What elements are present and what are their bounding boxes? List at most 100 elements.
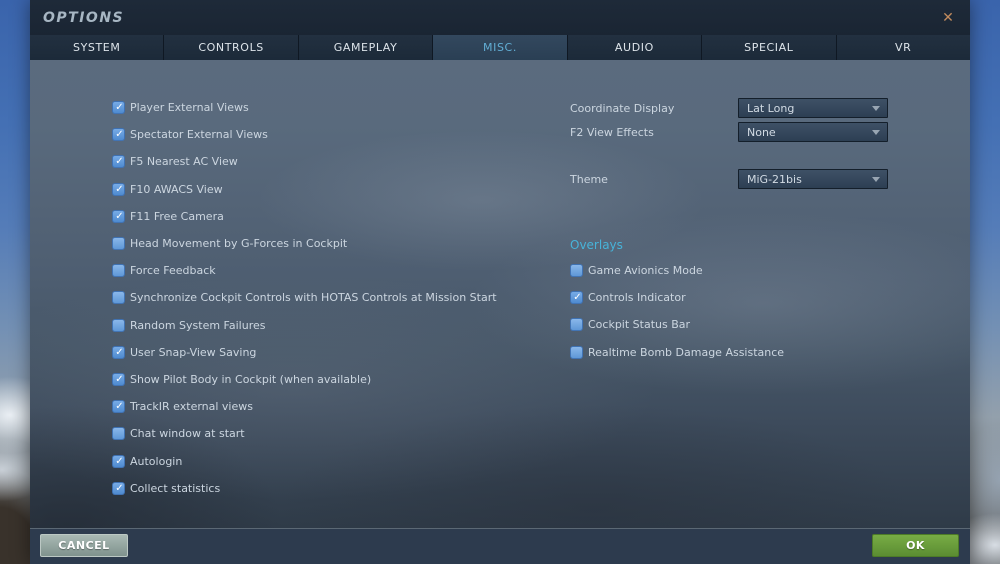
tab-controls[interactable]: CONTROLS bbox=[164, 35, 298, 60]
checkbox[interactable]: ✓ bbox=[112, 182, 125, 196]
checkbox[interactable]: ✓ bbox=[570, 291, 583, 305]
setting-row-coordinate-display: Coordinate Display bbox=[570, 98, 674, 118]
option-label: F11 Free Camera bbox=[130, 209, 224, 223]
overlays-heading: Overlays bbox=[570, 238, 623, 252]
option-label: F5 Nearest AC View bbox=[130, 155, 238, 169]
tab-label: MISC. bbox=[483, 41, 517, 54]
check-icon: ✓ bbox=[115, 156, 124, 168]
f2-view-effects-dropdown[interactable]: None bbox=[738, 122, 888, 142]
options-window: OPTIONS ✕ SYSTEM CONTROLS GAMEPLAY MISC.… bbox=[30, 0, 970, 564]
option-row: ✓ Random System Failures bbox=[112, 312, 497, 339]
option-row: ✓ Controls Indicator bbox=[570, 284, 784, 311]
chevron-down-icon bbox=[872, 130, 880, 135]
option-label: Force Feedback bbox=[130, 264, 216, 278]
option-row: ✓ Game Avionics Mode bbox=[570, 257, 784, 284]
check-icon: ✓ bbox=[115, 129, 124, 141]
setting-row-theme: Theme bbox=[570, 169, 608, 189]
checkbox[interactable]: ✓ bbox=[112, 264, 125, 278]
options-tab-bar: SYSTEM CONTROLS GAMEPLAY MISC. AUDIO SPE… bbox=[30, 35, 970, 60]
ok-button[interactable]: OK bbox=[872, 534, 959, 557]
option-label: Chat window at start bbox=[130, 427, 245, 441]
checkbox[interactable]: ✓ bbox=[112, 481, 125, 495]
option-row: ✓ F5 Nearest AC View bbox=[112, 148, 497, 175]
tab-label: SYSTEM bbox=[72, 41, 121, 54]
checkbox[interactable]: ✓ bbox=[112, 101, 125, 115]
option-label: Realtime Bomb Damage Assistance bbox=[588, 345, 785, 359]
tab-misc[interactable]: MISC. bbox=[433, 35, 567, 60]
check-icon: ✓ bbox=[115, 401, 124, 413]
option-row: ✓ Cockpit Status Bar bbox=[570, 311, 784, 338]
checkbox[interactable]: ✓ bbox=[112, 209, 125, 223]
tab-gameplay[interactable]: GAMEPLAY bbox=[298, 35, 433, 60]
option-row: ✓ F10 AWACS View bbox=[112, 176, 497, 203]
checkbox[interactable]: ✓ bbox=[112, 454, 125, 468]
option-row: ✓ Show Pilot Body in Cockpit (when avail… bbox=[112, 366, 497, 393]
option-row: ✓ F11 Free Camera bbox=[112, 203, 497, 230]
tab-vr[interactable]: VR bbox=[836, 35, 970, 60]
page-title: OPTIONS bbox=[43, 9, 125, 26]
tab-audio[interactable]: AUDIO bbox=[567, 35, 702, 60]
check-icon: ✓ bbox=[115, 373, 124, 385]
check-icon: ✓ bbox=[115, 482, 124, 494]
checkbox[interactable]: ✓ bbox=[112, 155, 125, 169]
option-label: Player External Views bbox=[130, 101, 249, 115]
checkbox[interactable]: ✓ bbox=[112, 318, 125, 332]
tab-label: AUDIO bbox=[614, 41, 654, 54]
option-row: ✓ Realtime Bomb Damage Assistance bbox=[570, 339, 784, 366]
view-options-list: ✓ Player External Views ✓ Spectator Exte… bbox=[112, 94, 497, 502]
option-row: ✓ Synchronize Cockpit Controls with HOTA… bbox=[112, 284, 497, 311]
theme-dropdown[interactable]: MiG-21bis bbox=[738, 169, 888, 189]
option-label: Game Avionics Mode bbox=[588, 264, 703, 278]
setting-row-f2-view-effects: F2 View Effects bbox=[570, 122, 654, 142]
chevron-down-icon bbox=[872, 106, 880, 111]
option-row: ✓ Head Movement by G-Forces in Cockpit bbox=[112, 230, 497, 257]
checkbox[interactable]: ✓ bbox=[112, 345, 125, 359]
option-row: ✓ User Snap-View Saving bbox=[112, 339, 497, 366]
setting-label: Theme bbox=[570, 172, 608, 186]
cancel-button[interactable]: CANCEL bbox=[40, 534, 128, 557]
option-label: Collect statistics bbox=[130, 481, 221, 495]
checkbox[interactable]: ✓ bbox=[570, 264, 583, 278]
checkbox[interactable]: ✓ bbox=[570, 318, 583, 332]
tab-label: CONTROLS bbox=[198, 41, 264, 54]
option-label: Spectator External Views bbox=[130, 128, 268, 142]
checkbox[interactable]: ✓ bbox=[570, 345, 583, 359]
checkbox[interactable]: ✓ bbox=[112, 400, 125, 414]
check-icon: ✓ bbox=[115, 183, 124, 195]
option-label: Controls Indicator bbox=[588, 291, 686, 305]
coordinate-display-dropdown[interactable]: Lat Long bbox=[738, 98, 888, 118]
option-label: F10 AWACS View bbox=[130, 182, 223, 196]
option-row: ✓ TrackIR external views bbox=[112, 393, 497, 420]
option-label: Cockpit Status Bar bbox=[588, 318, 691, 332]
option-row: ✓ Chat window at start bbox=[112, 420, 497, 447]
dropdown-value: MiG-21bis bbox=[747, 172, 802, 186]
misc-options-panel: ✓ Player External Views ✓ Spectator Exte… bbox=[30, 60, 970, 528]
option-label: Autologin bbox=[130, 454, 183, 468]
check-icon: ✓ bbox=[115, 455, 124, 467]
checkbox[interactable]: ✓ bbox=[112, 427, 125, 441]
checkbox[interactable]: ✓ bbox=[112, 237, 125, 251]
option-label: Synchronize Cockpit Controls with HOTAS … bbox=[130, 291, 497, 305]
close-icon[interactable]: ✕ bbox=[938, 8, 958, 28]
footer-bar: CANCEL OK bbox=[30, 528, 970, 564]
checkbox[interactable]: ✓ bbox=[112, 372, 125, 386]
title-bar: OPTIONS ✕ bbox=[30, 0, 970, 35]
check-icon: ✓ bbox=[115, 210, 124, 222]
setting-label: F2 View Effects bbox=[570, 125, 654, 139]
tab-label: VR bbox=[895, 41, 912, 54]
setting-label: Coordinate Display bbox=[570, 101, 675, 115]
dropdown-value: None bbox=[747, 125, 776, 139]
option-label: Random System Failures bbox=[130, 318, 266, 332]
chevron-down-icon bbox=[872, 177, 880, 182]
option-row: ✓ Spectator External Views bbox=[112, 121, 497, 148]
dropdown-value: Lat Long bbox=[747, 101, 795, 115]
tab-label: GAMEPLAY bbox=[333, 41, 398, 54]
option-label: User Snap-View Saving bbox=[130, 345, 257, 359]
checkbox[interactable]: ✓ bbox=[112, 128, 125, 142]
tab-special[interactable]: SPECIAL bbox=[702, 35, 836, 60]
option-label: TrackIR external views bbox=[130, 400, 253, 414]
check-icon: ✓ bbox=[573, 292, 582, 304]
checkbox[interactable]: ✓ bbox=[112, 291, 125, 305]
tab-system[interactable]: SYSTEM bbox=[30, 35, 164, 60]
option-label: Show Pilot Body in Cockpit (when availab… bbox=[130, 372, 372, 386]
